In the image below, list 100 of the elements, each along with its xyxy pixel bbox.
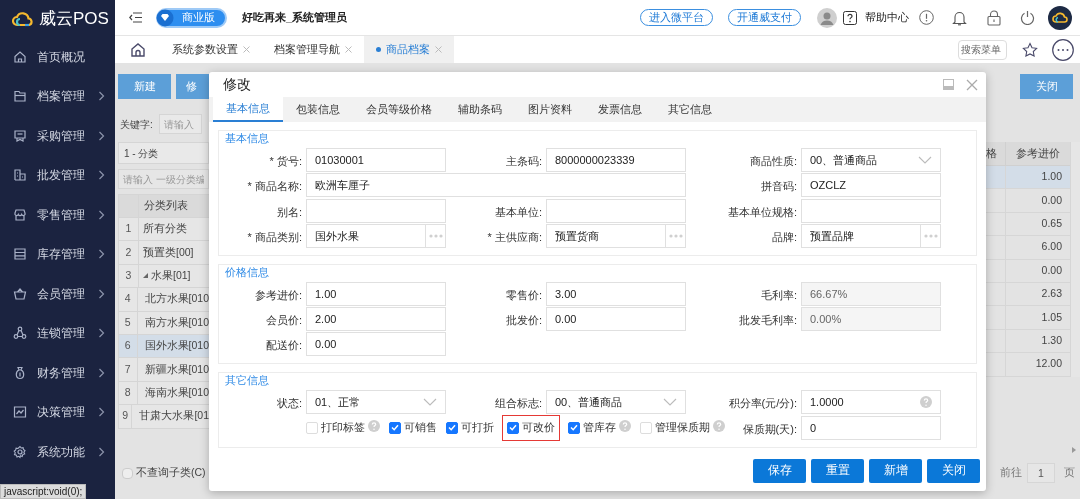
close-icon[interactable] — [966, 78, 978, 91]
category-name[interactable]: 国外水果[010 — [144, 338, 209, 354]
dropdown[interactable]: 00、普通商品 — [801, 148, 941, 172]
dialog-tab[interactable]: 发票信息 — [585, 97, 655, 122]
input-field[interactable]: 01030001 — [306, 148, 446, 172]
sidebar-item[interactable]: 库存管理 — [0, 234, 115, 274]
star-icon[interactable] — [1022, 41, 1038, 58]
field-label: 零售价: — [505, 288, 542, 301]
lookup-field[interactable]: 国外水果 — [306, 223, 446, 248]
sidebar-item[interactable]: 连锁管理 — [0, 313, 115, 353]
dialog-button[interactable]: 关闭 — [927, 459, 980, 483]
field-label: 保质期(天): — [742, 422, 797, 435]
input-field[interactable] — [546, 198, 686, 223]
input-field[interactable]: 欧洲车厘子 — [306, 173, 686, 198]
dialog-tab[interactable]: 基本信息 — [213, 97, 283, 122]
sidebar-item[interactable]: 会员管理 — [0, 274, 115, 314]
home-icon[interactable] — [129, 41, 146, 58]
category-name[interactable]: 新疆水果[010 — [144, 361, 209, 378]
checkbox[interactable] — [568, 421, 580, 434]
check-icon — [391, 424, 399, 432]
sidebar-item[interactable]: 零售管理 — [0, 195, 115, 235]
table-cell-text: 12.00 — [1034, 356, 1063, 372]
checkbox-label: 不查询子类(C) — [136, 465, 206, 481]
input-field[interactable]: 66.67% — [801, 281, 941, 306]
sidebar-item[interactable]: 采购管理 — [0, 116, 115, 156]
input-field[interactable]: 1.00 — [306, 281, 446, 306]
input-field[interactable]: 0 — [801, 415, 941, 440]
menu-search-field[interactable]: 搜索菜单 — [958, 39, 1007, 60]
chevron-down-icon — [423, 398, 437, 407]
avatar-icon — [817, 7, 837, 28]
keyword-field[interactable]: 请输入 — [158, 114, 202, 134]
dropdown[interactable]: 00、普通商品 — [546, 390, 686, 415]
help-center-link[interactable]: 帮助中心 — [865, 9, 909, 26]
dialog-button[interactable]: 新增 — [869, 459, 922, 483]
page-tab[interactable]: 商品档案 — [364, 36, 454, 63]
input-field[interactable] — [801, 198, 941, 223]
dialog-tab[interactable]: 其它信息 — [655, 97, 725, 122]
nodes-icon — [13, 326, 27, 341]
row-number: 7 — [119, 358, 138, 381]
sidebar-item[interactable]: 决策管理 — [0, 392, 115, 432]
category-name[interactable]: 北方水果[010 — [144, 291, 209, 308]
more-dots-icon[interactable] — [428, 233, 443, 238]
column-header: 参考进价 — [1015, 145, 1061, 161]
more-dots-icon[interactable] — [668, 233, 683, 238]
sidebar-item[interactable]: 首页概况 — [0, 37, 115, 77]
category-name[interactable]: 预置类[00] — [143, 244, 194, 261]
sidebar-item[interactable]: 批发管理 — [0, 155, 115, 195]
more-icon[interactable] — [1052, 38, 1074, 61]
input-field[interactable]: 8000000023339 — [546, 148, 686, 172]
sidebar-item[interactable]: 系统功能 — [0, 432, 115, 472]
input-field[interactable]: OZCLZ — [801, 173, 941, 198]
input-field[interactable]: 2.00 — [306, 307, 446, 332]
caret-down-icon[interactable] — [143, 273, 148, 279]
dialog-button[interactable]: 重置 — [811, 459, 864, 483]
page-field[interactable]: 1 — [1027, 462, 1055, 483]
field-label: 积分率(元/分): — [728, 397, 797, 410]
checkbox-label: 可改价 — [522, 419, 555, 435]
checkbox[interactable] — [507, 421, 519, 434]
category-name[interactable]: 所有分类 — [143, 221, 187, 238]
cloud-logo-icon — [12, 10, 34, 27]
checkbox[interactable] — [389, 421, 401, 434]
info-icon[interactable] — [919, 10, 934, 25]
dialog-tab[interactable]: 会员等级价格 — [353, 97, 445, 122]
input-field[interactable]: 3.00 — [546, 281, 686, 306]
dialog-button[interactable]: 保存 — [753, 459, 806, 483]
table-cell-text: 6.00 — [1040, 239, 1063, 255]
menu-collapse-icon[interactable] — [129, 12, 142, 23]
chart-icon — [13, 405, 27, 420]
dialog-tab[interactable]: 辅助条码 — [445, 97, 515, 122]
logo-avatar-icon[interactable] — [1048, 5, 1072, 30]
dropdown[interactable]: 01、正常 — [306, 390, 446, 415]
more-dots-icon[interactable] — [923, 233, 938, 238]
field-label: 批发价: — [505, 314, 542, 327]
sidebar-item[interactable]: 档案管理 — [0, 76, 115, 116]
power-icon[interactable] — [1020, 10, 1035, 25]
lookup-field[interactable]: 预置货商 — [546, 223, 686, 248]
page-tab[interactable]: 系统参数设置 — [160, 36, 262, 63]
input-field[interactable]: 0.00 — [546, 307, 686, 332]
row-number: 4 — [119, 288, 138, 311]
folder-icon — [13, 89, 27, 104]
category-name[interactable]: 海南水果[010 — [144, 385, 209, 401]
input-field[interactable]: 0.00% — [801, 307, 941, 332]
lock-icon[interactable] — [987, 9, 1001, 26]
bell-icon[interactable] — [952, 9, 967, 26]
category-name[interactable]: 水果[01] — [151, 268, 191, 284]
building-icon — [13, 168, 27, 183]
input-field[interactable] — [306, 198, 446, 223]
lookup-field[interactable]: 预置品牌 — [801, 223, 941, 248]
category-name[interactable]: 南方水果[010 — [144, 314, 209, 331]
checkbox[interactable] — [446, 421, 458, 434]
checkbox[interactable] — [122, 467, 133, 479]
input-field[interactable]: 1.0000 — [801, 390, 941, 415]
home-icon — [13, 49, 27, 64]
dialog-tab[interactable]: 包装信息 — [283, 97, 353, 122]
dialog-tab[interactable]: 图片资料 — [515, 97, 585, 122]
input-field[interactable]: 0.00 — [306, 332, 446, 357]
sidebar-item[interactable]: 财务管理 — [0, 353, 115, 393]
category-name[interactable]: 甘肃大水果[01 — [139, 408, 209, 425]
help-icon[interactable] — [843, 10, 857, 25]
page-tab[interactable]: 档案管理导航 — [262, 36, 364, 63]
